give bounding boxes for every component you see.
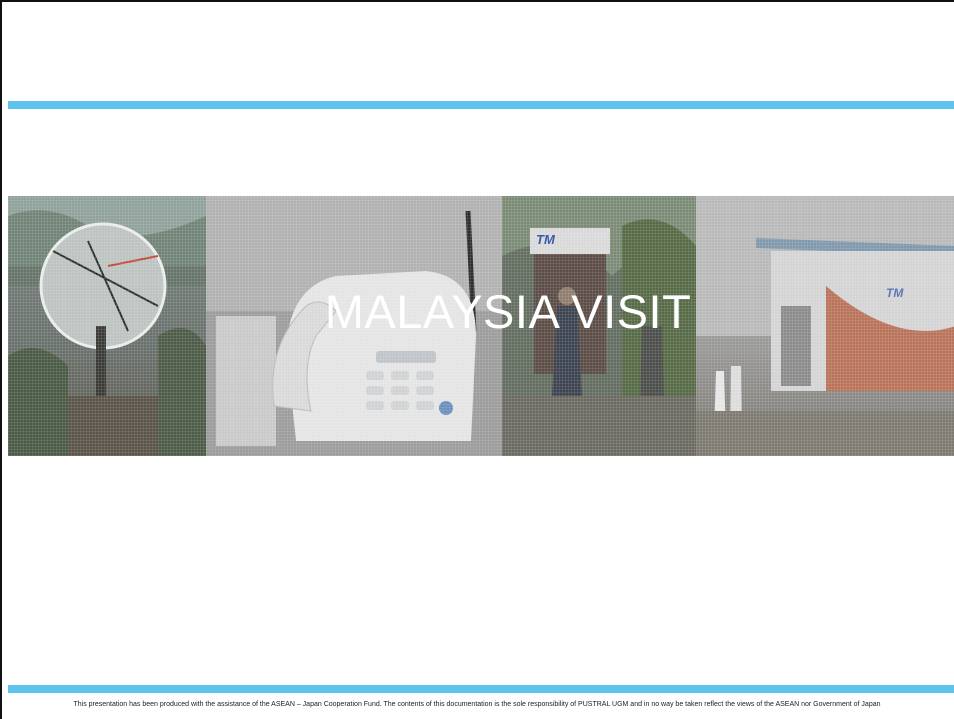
photo-banner: TM TM MALAYSIA VISIT [8, 196, 954, 456]
tm-logo-label: TM [536, 232, 555, 247]
bottom-accent-rule [8, 685, 954, 693]
slide-title: MALAYSIA VISIT [324, 285, 692, 338]
footer-disclaimer: This presentation has been produced with… [73, 701, 881, 708]
slide: TM TM MALAYSIA VISIT [0, 0, 954, 719]
top-accent-rule [8, 101, 954, 109]
